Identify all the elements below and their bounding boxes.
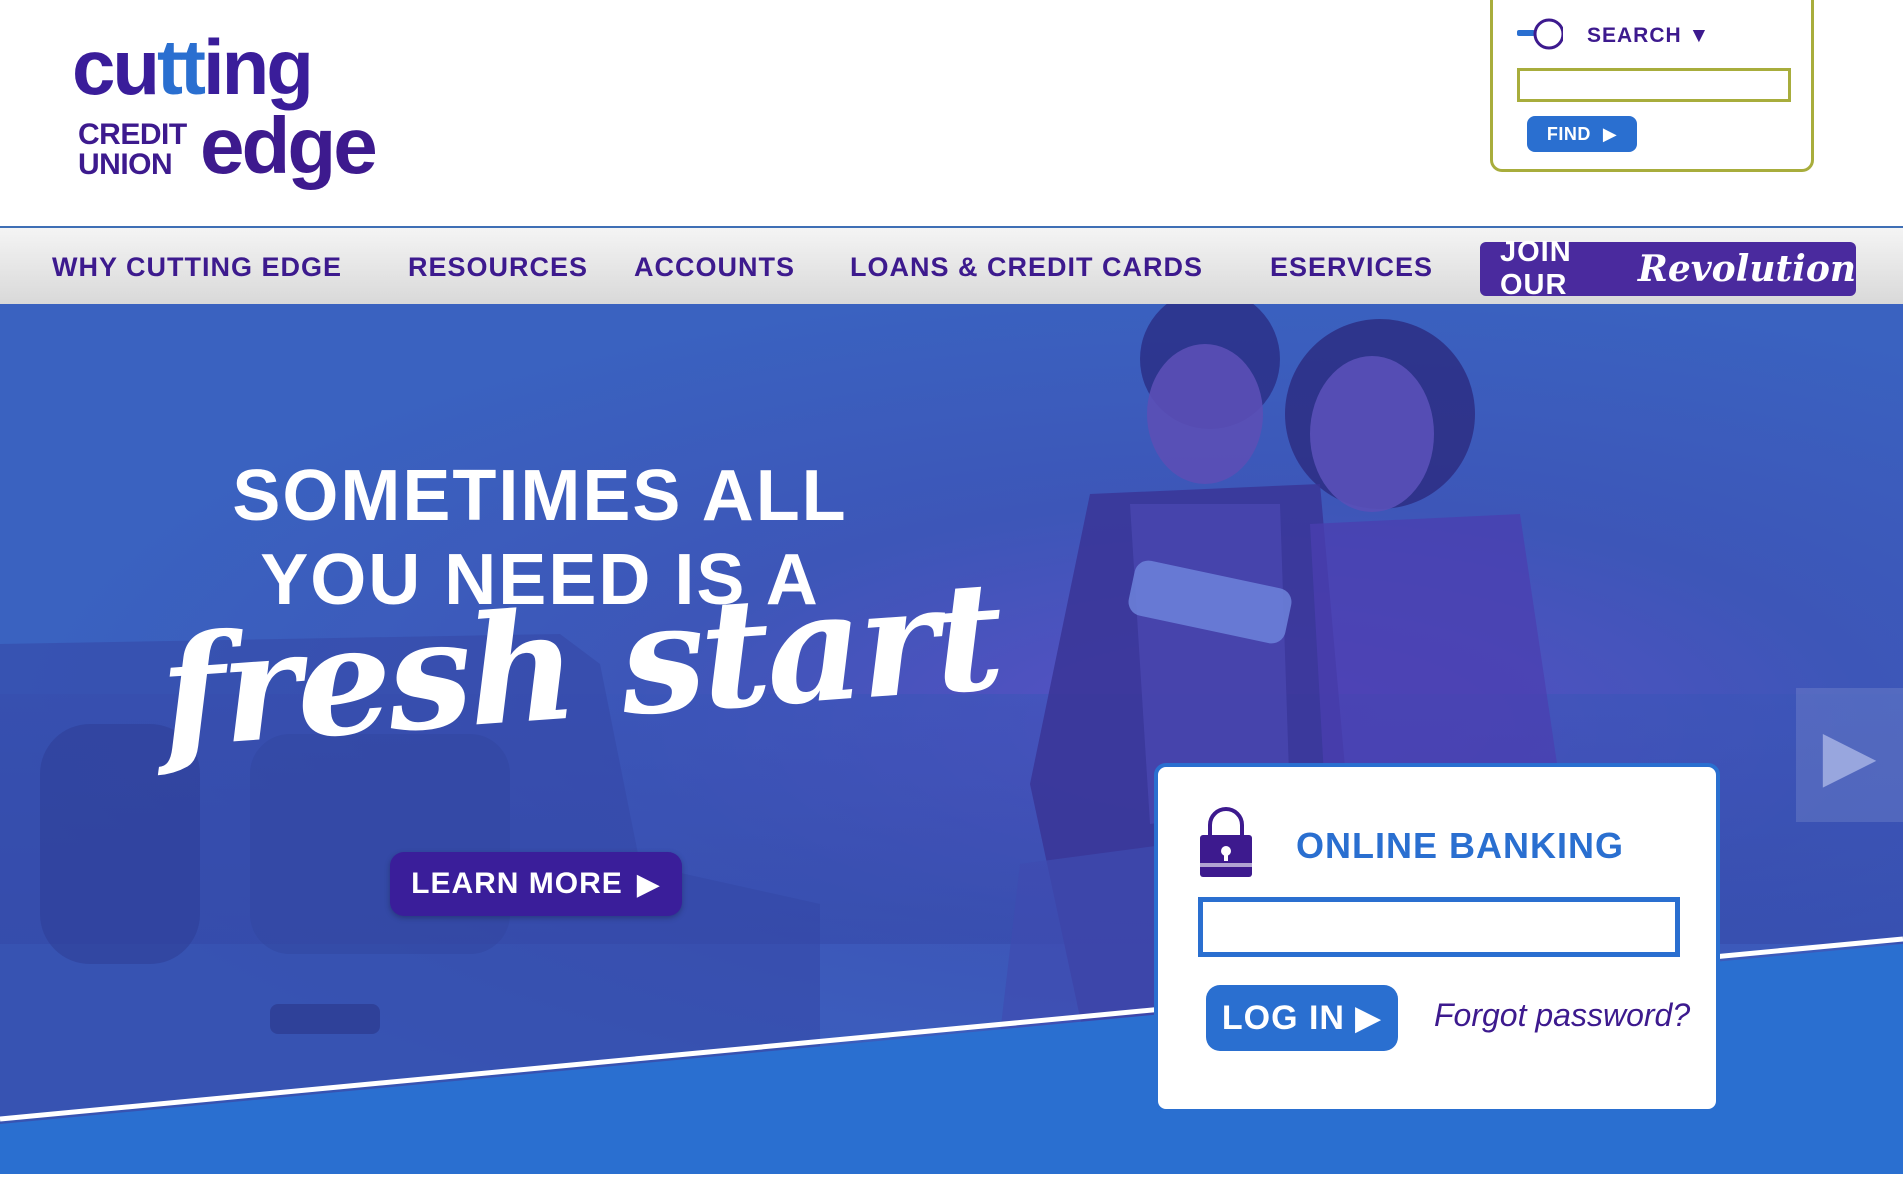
log-in-button[interactable]: LOG IN ▶	[1206, 985, 1398, 1051]
logo-credit-union: CREDIT UNION	[78, 118, 187, 181]
online-banking-login-card: ONLINE BANKING LOG IN ▶ Forgot password?	[1154, 763, 1720, 1113]
nav-item-eservices[interactable]: ESERVICES	[1270, 252, 1433, 283]
join-our-revolution-button[interactable]: JOIN OUR Revolution	[1480, 236, 1856, 301]
nav-item-why-cutting-edge[interactable]: WHY CUTTING EDGE	[52, 252, 342, 283]
main-navigation: WHY CUTTING EDGE RESOURCES ACCOUNTS LOAN…	[0, 226, 1903, 304]
play-arrow-icon: ▶	[1354, 999, 1383, 1037]
find-button-label: FIND	[1546, 123, 1591, 144]
logo-word-cutting: cutting	[72, 23, 314, 111]
carousel-next-arrow-icon[interactable]: ▶	[1796, 688, 1903, 822]
search-dropdown-toggle[interactable]: SEARCH ▼	[1587, 24, 1710, 48]
logo-word-edge: edge	[200, 101, 378, 190]
learn-more-button[interactable]: LEARN MORE ▶	[390, 852, 682, 916]
nav-item-resources[interactable]: RESOURCES	[408, 252, 588, 283]
forgot-password-link[interactable]: Forgot password?	[1434, 997, 1690, 1034]
nav-item-accounts[interactable]: ACCOUNTS	[634, 252, 795, 283]
play-arrow-icon: ▶	[1602, 123, 1618, 144]
username-input[interactable]	[1198, 897, 1680, 957]
log-in-label: LOG IN	[1221, 998, 1345, 1037]
page-bottom-strip	[0, 1174, 1903, 1191]
site-header: cutting CREDIT UNION edge SEARCH ▼ FIND …	[0, 0, 1903, 226]
find-button[interactable]: FIND ▶	[1527, 116, 1637, 152]
join-script-label: Revolution	[1637, 248, 1856, 290]
search-panel: SEARCH ▼ FIND ▶	[1490, 0, 1814, 172]
nav-item-loans-credit-cards[interactable]: LOANS & CREDIT CARDS	[850, 252, 1203, 283]
lock-icon	[1200, 807, 1252, 877]
search-input[interactable]	[1517, 68, 1791, 102]
learn-more-label: LEARN MORE	[411, 867, 623, 900]
join-label: JOIN OUR	[1500, 236, 1572, 301]
magnifier-search-icon	[1517, 18, 1563, 50]
cutting-edge-logo[interactable]: cutting CREDIT UNION edge	[72, 28, 432, 198]
play-arrow-icon: ▶	[636, 867, 661, 901]
online-banking-title: ONLINE BANKING	[1296, 825, 1624, 866]
